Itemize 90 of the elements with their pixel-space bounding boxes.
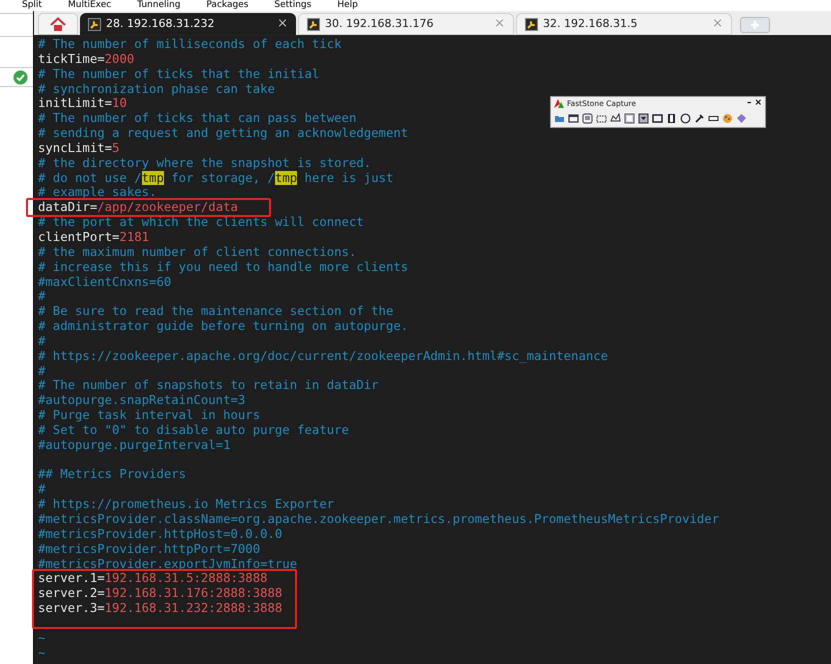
code-comment: # The number of milliseconds of each tick [38, 37, 342, 51]
code-comment: # example sakes. [38, 185, 156, 200]
close-button[interactable]: × [754, 99, 762, 108]
code-comment: for storage, / [170, 170, 275, 185]
tab-label: 30. 192.168.31.176 [325, 16, 434, 32]
ruler-icon[interactable] [708, 113, 719, 124]
menu-item[interactable]: Help [337, 0, 358, 11]
eyedropper-icon[interactable] [694, 113, 705, 124]
config-key: tickTime= [38, 52, 105, 66]
config-key: initLimit= [38, 96, 112, 110]
config-value: 2181 [119, 230, 150, 244]
check-icon [13, 70, 28, 84]
code-comment: # increase this if you need to handle more clients [38, 260, 408, 274]
scroll-icon[interactable] [638, 113, 649, 124]
search-highlight: tmp [274, 170, 298, 185]
config-key: syncLimit= [38, 140, 112, 155]
menu-item[interactable]: Packages [206, 0, 248, 11]
circle-icon[interactable] [680, 113, 691, 124]
rectangle-icon[interactable] [596, 113, 607, 124]
plus-icon [750, 20, 760, 30]
code-comment: # The number of ticks that can pass between [38, 111, 356, 126]
code-comment: # [38, 364, 46, 378]
code-comment: # https://prometheus.io Metrics Exporter [38, 497, 334, 512]
home-tab[interactable] [38, 13, 78, 35]
code-comment: # [38, 289, 46, 304]
code-comment: # Purge task interval in hours [38, 408, 260, 422]
session-tab[interactable]: 28. 192.168.31.232 × [80, 13, 296, 35]
home-icon [50, 16, 66, 32]
code-comment: #metricsProvider.httpHost=0.0.0.0 [38, 526, 282, 541]
gem-icon[interactable] [736, 113, 747, 124]
code-comment: # https://zookeeper.apache.org/doc/current/zookeeperAdmin.html#sc_maintenance [38, 348, 608, 363]
empty-line-marker: ~ [38, 630, 46, 645]
rectangle-icon[interactable] [652, 113, 663, 124]
config-key: server.2= [38, 586, 105, 600]
code-comment: # the directory where the snapshot is stored. [38, 156, 372, 170]
minimize-button[interactable]: – [746, 99, 752, 108]
menu-item[interactable]: MultiExec [68, 0, 112, 11]
menu-item[interactable]: Settings [274, 0, 312, 11]
close-icon[interactable]: × [277, 14, 288, 34]
code-comment: # Be sure to read the maintenance section of the [38, 304, 394, 318]
code-comment: # sending a request and getting an acknowledgement [38, 126, 408, 140]
code-comment: # the port at which the clients will connect [38, 215, 364, 230]
session-tab[interactable]: 30. 192.168.31.176 × [298, 13, 514, 35]
app-logo-icon [554, 99, 564, 108]
code-comment: # [38, 334, 46, 348]
film-icon[interactable] [666, 113, 677, 124]
freehand-icon[interactable] [610, 113, 621, 124]
code-comment: # do not use / [38, 170, 142, 185]
code-comment: here is just [304, 170, 394, 185]
config-value: 192.168.31.5:2888:3888 [104, 571, 268, 586]
code-comment: # [38, 482, 46, 496]
wrench-icon [307, 18, 320, 30]
code-comment: ## Metrics Providers [38, 467, 186, 482]
folder-icon[interactable] [554, 113, 565, 124]
config-value: 10 [112, 96, 127, 110]
fullscreen-icon[interactable] [624, 113, 635, 124]
code-comment: #autopurge.snapRetainCount=3 [38, 393, 246, 408]
code-comment: # administrator guide before turning on autopurge. [38, 319, 408, 334]
config-key: clientPort= [38, 230, 120, 244]
config-key: server.3= [38, 601, 105, 616]
menu-item[interactable]: Tunneling [137, 0, 180, 11]
menu-item[interactable]: Split [22, 0, 42, 11]
window-icon[interactable] [582, 113, 593, 124]
code-comment: #metricsProvider.exportJvmInfo=true [38, 556, 298, 571]
session-tab[interactable]: 32. 192.168.31.5 × [516, 13, 732, 35]
empty-line-marker: ~ [38, 646, 46, 660]
config-value: /app/zookeeper/data [97, 200, 238, 214]
config-key: server.1= [38, 571, 105, 586]
input-field[interactable] [0, 13, 33, 37]
code-comment: #autopurge.purgeInterval=1 [38, 438, 230, 452]
config-value: 192.168.31.176:2888:3888 [104, 586, 282, 600]
code-comment: #maxClientCnxns=60 [38, 274, 172, 288]
wrench-icon [88, 18, 101, 30]
code-comment: #metricsProvider.className=org.apache.zookeeper.metrics.prometheus.PrometheusMetricsProvider [38, 512, 720, 526]
code-comment: # The number of snapshots to retain in dataDir [38, 378, 379, 392]
code-comment: # synchronization phase can take [38, 82, 275, 96]
palette-icon[interactable] [722, 113, 733, 124]
code-comment: # The number of ticks that the initial [38, 66, 320, 81]
code-comment: # the maximum number of client connections. [38, 244, 356, 259]
tab-label: 28. 192.168.31.232 [106, 16, 216, 32]
code-comment: #metricsProvider.httpPort=7000 [38, 542, 260, 556]
window-icon[interactable] [568, 113, 579, 124]
tab-label: 32. 192.168.31.5 [543, 16, 638, 32]
config-value: 5 [112, 140, 120, 155]
config-value: 192.168.31.232:2888:3888 [104, 601, 282, 616]
wrench-icon [525, 18, 538, 30]
config-value: 2000 [104, 52, 134, 66]
search-highlight: tmp [142, 170, 164, 185]
code-comment: # Set to "0" to disable auto purge feature [38, 422, 349, 437]
config-key: dataDir= [38, 200, 98, 214]
